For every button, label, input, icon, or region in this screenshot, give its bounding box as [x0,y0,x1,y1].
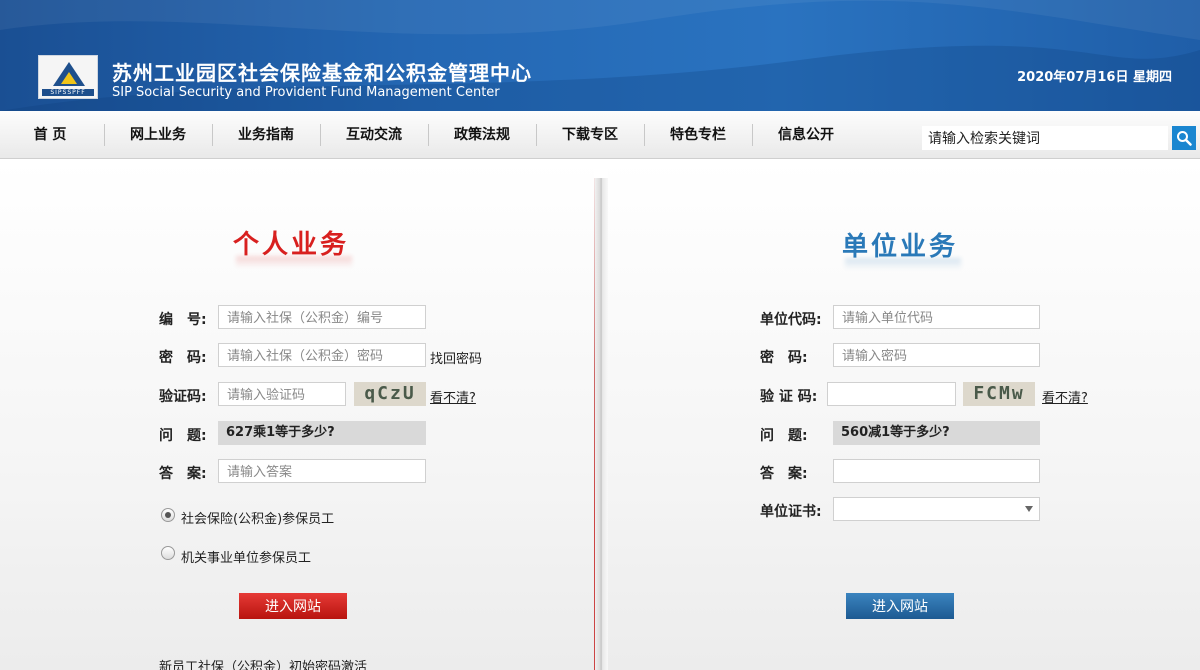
personal-answer-label: 答 案: [159,466,207,482]
company-cert-label: 单位证书: [760,504,822,520]
find-password-link[interactable]: 找回密码 [430,348,482,367]
site-header: SIPSSPFF 苏州工业园区社会保险基金和公积金管理中心 SIP Social… [0,0,1200,111]
personal-id-input[interactable] [218,305,426,329]
chevron-down-icon [1025,506,1033,512]
nav-item-business-guide[interactable]: 业务指南 [226,111,306,159]
search-icon [1177,131,1192,146]
company-captcha-refresh-link[interactable]: 看不清? [1042,387,1088,406]
nav-item-info-disclosure[interactable]: 信息公开 [766,111,846,159]
personal-captcha-refresh-link[interactable]: 看不清? [430,387,476,406]
panel-divider [594,178,608,670]
nav-item-online-business[interactable]: 网上业务 [118,111,198,159]
nav-item-featured[interactable]: 特色专栏 [658,111,738,159]
nav-item-policies[interactable]: 政策法规 [442,111,522,159]
company-password-input[interactable] [833,343,1040,367]
site-title-cn: 苏州工业园区社会保险基金和公积金管理中心 [112,61,532,85]
company-code-label: 单位代码: [760,312,822,328]
search-input[interactable] [922,126,1168,150]
personal-password-input[interactable] [218,343,426,367]
personal-answer-input[interactable] [218,459,426,483]
company-captcha-image[interactable]: FCMw [963,382,1035,406]
company-answer-input[interactable] [833,459,1040,483]
company-captcha-label: 验 证 码: [760,389,818,405]
personal-captcha-input[interactable] [218,382,346,406]
company-cert-select[interactable] [833,497,1040,521]
radio-social-insurance-employee[interactable] [161,508,175,522]
personal-enter-button[interactable]: 进入网站 [239,593,347,619]
personal-question-text: 627乘1等于多少? [218,421,426,445]
personal-captcha-label: 验证码: [159,389,207,405]
company-password-label: 密 码: [760,350,808,366]
company-question-label: 问 题: [760,428,808,444]
personal-captcha-image[interactable]: qCzU [354,382,426,406]
company-captcha-input[interactable] [827,382,956,406]
company-enter-button[interactable]: 进入网站 [846,593,954,619]
nav-item-interaction[interactable]: 互动交流 [334,111,414,159]
nav-item-home[interactable]: 首 页 [18,111,82,159]
radio-institution-employee[interactable] [161,546,175,560]
site-title-en: SIP Social Security and Provident Fund M… [112,85,500,100]
company-question-text: 560减1等于多少? [833,421,1040,445]
radio-social-insurance-employee-label[interactable]: 社会保险(公积金)参保员工 [181,508,334,527]
activate-password-link[interactable]: 新员工社保（公积金）初始密码激活 [159,656,367,670]
company-answer-label: 答 案: [760,466,808,482]
search-button[interactable] [1172,126,1196,150]
current-date: 2020年07月16日 星期四 [1017,70,1172,85]
company-code-input[interactable] [833,305,1040,329]
personal-password-label: 密 码: [159,350,207,366]
personal-id-label: 编 号: [159,312,207,328]
radio-institution-employee-label[interactable]: 机关事业单位参保员工 [181,547,311,566]
personal-question-label: 问 题: [159,428,207,444]
center-logo[interactable]: SIPSSPFF [38,55,98,99]
nav-item-downloads[interactable]: 下载专区 [550,111,630,159]
